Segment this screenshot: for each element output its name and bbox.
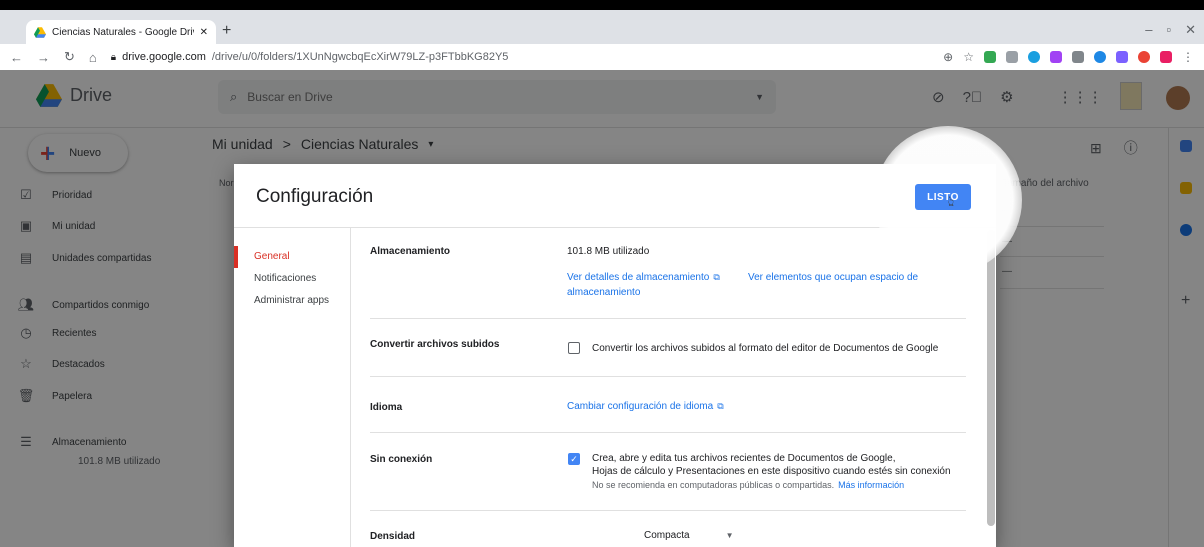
dialog-title: Configuración: [256, 186, 374, 207]
reload-icon[interactable]: ↻: [64, 49, 75, 65]
menu-general[interactable]: General: [254, 251, 290, 262]
hand-cursor-icon: 👆︎: [948, 193, 955, 209]
storage-details-text: Ver detalles de almacenamiento: [567, 272, 710, 283]
drive-favicon-icon: [34, 26, 46, 38]
language-link-text: Cambiar configuración de idioma: [567, 401, 714, 412]
storage-items-link-line2[interactable]: almacenamiento: [567, 287, 640, 298]
row-divider: [370, 432, 966, 433]
restore-icon[interactable]: ▫: [1166, 22, 1171, 38]
new-tab-icon[interactable]: +: [222, 22, 231, 40]
extension-icon[interactable]: [1072, 51, 1084, 63]
language-label: Idioma: [370, 402, 403, 413]
convert-text: Convertir los archivos subidos al format…: [592, 343, 939, 354]
menu-dots-icon[interactable]: ⋮: [1182, 50, 1194, 64]
dialog-scrollbar[interactable]: [987, 230, 995, 526]
extension-icon[interactable]: [1138, 51, 1150, 63]
dropdown-arrow-icon: ▼: [725, 531, 734, 540]
close-window-icon[interactable]: ✕: [1185, 22, 1196, 38]
density-value: Compacta: [644, 530, 690, 541]
browser-toolbar: ← → ↻ ⌂ 🔒︎ drive.google.com/drive/u/0/fo…: [0, 44, 1204, 70]
extension-icon[interactable]: [1160, 51, 1172, 63]
offline-text-line1: Crea, abre y edita tus archivos reciente…: [592, 453, 896, 464]
language-settings-link[interactable]: Cambiar configuración de idioma ⧉: [567, 401, 724, 412]
row-divider: [370, 318, 966, 319]
external-link-icon: ⧉: [713, 272, 720, 282]
close-tab-icon[interactable]: ✕: [200, 27, 208, 38]
offline-label: Sin conexión: [370, 454, 433, 465]
offline-note-text: No se recomienda en computadoras pública…: [592, 480, 835, 490]
menu-manage-apps[interactable]: Administrar apps: [254, 295, 329, 306]
home-icon[interactable]: ⌂: [89, 50, 97, 65]
offline-note: No se recomienda en computadoras pública…: [592, 480, 904, 490]
bookmark-star-icon[interactable]: ☆: [963, 50, 974, 64]
active-menu-indicator: [234, 246, 238, 268]
lock-icon: 🔒︎: [110, 51, 117, 63]
external-link-icon: ⧉: [717, 401, 724, 411]
dialog-menu-divider: [350, 228, 351, 547]
extension-icon[interactable]: [1050, 51, 1062, 63]
offline-text-line2: Hojas de cálculo y Presentaciones en est…: [592, 466, 951, 477]
row-divider: [370, 376, 966, 377]
minimize-icon[interactable]: –: [1145, 22, 1152, 38]
window-controls: – ▫ ✕: [1145, 22, 1196, 38]
row-divider: [370, 510, 966, 511]
convert-checkbox[interactable]: [568, 342, 580, 354]
url-host: drive.google.com: [122, 51, 206, 63]
extension-icon[interactable]: [1028, 51, 1040, 63]
address-bar[interactable]: 🔒︎ drive.google.com/drive/u/0/folders/1X…: [111, 51, 509, 63]
offline-checkbox[interactable]: ✓: [568, 453, 580, 465]
convert-label: Convertir archivos subidos: [370, 339, 500, 350]
extension-icon[interactable]: [1006, 51, 1018, 63]
tab-title: Ciencias Naturales - Google Driv: [52, 26, 194, 38]
browser-tab[interactable]: Ciencias Naturales - Google Driv ✕: [26, 20, 216, 44]
add-icon[interactable]: ⊕: [943, 50, 953, 64]
url-path: /drive/u/0/folders/1XUnNgwcbqEcXirW79LZ-…: [211, 51, 509, 63]
extension-icon[interactable]: [1116, 51, 1128, 63]
extension-icon[interactable]: [1094, 51, 1106, 63]
extension-icon[interactable]: [984, 51, 996, 63]
top-letterbox: [0, 0, 1204, 10]
menu-notifications[interactable]: Notificaciones: [254, 273, 316, 284]
storage-details-link[interactable]: Ver detalles de almacenamiento ⧉: [567, 272, 720, 283]
forward-icon[interactable]: →: [37, 50, 50, 65]
density-label: Densidad: [370, 531, 416, 542]
more-info-link[interactable]: Más información: [838, 480, 904, 490]
done-button[interactable]: LISTO: [915, 184, 971, 210]
storage-label: Almacenamiento: [370, 246, 451, 257]
back-icon[interactable]: ←: [10, 50, 23, 65]
storage-value: 101.8 MB utilizado: [567, 246, 650, 257]
checkmark-icon: ✓: [570, 453, 578, 464]
extension-icons: ⊕ ☆ ⋮: [943, 50, 1194, 64]
storage-items-link-line1[interactable]: Ver elementos que ocupan espacio de: [748, 272, 918, 283]
density-select[interactable]: Compacta ▼: [644, 530, 734, 541]
